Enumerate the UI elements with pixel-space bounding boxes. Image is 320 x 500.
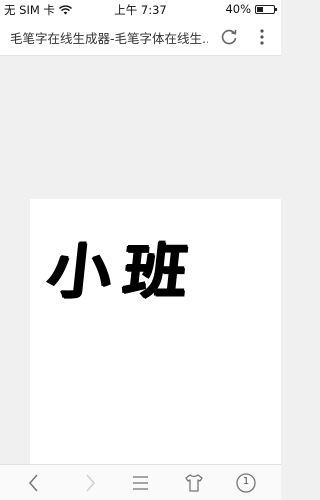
clock: 上午 7:37	[114, 3, 167, 17]
back-icon[interactable]	[22, 471, 46, 495]
shirt-theme-icon[interactable]	[182, 471, 206, 495]
battery-fill	[257, 6, 264, 12]
more-menu-icon[interactable]	[254, 27, 270, 47]
web-content: 小班	[0, 56, 281, 464]
bookmarks-menu-icon[interactable]	[128, 471, 152, 495]
tab-count: 1	[242, 476, 250, 487]
bottom-toolbar: 1	[0, 464, 281, 500]
forward-icon[interactable]	[78, 471, 102, 495]
status-bar: 无 SIM 卡 上午 7:37 40%	[0, 0, 281, 18]
calligraphy-text: 小班	[43, 237, 204, 307]
tabs-button[interactable]: 1	[234, 471, 258, 495]
page-title[interactable]: 毛笔字在线生成器-毛笔字体在线生...	[10, 28, 208, 47]
battery-icon	[255, 4, 277, 14]
battery-percent: 40%	[225, 2, 251, 16]
browser-title-bar: 毛笔字在线生成器-毛笔字体在线生...	[0, 18, 281, 56]
reload-icon[interactable]	[219, 27, 239, 47]
calligraphy-result-card: 小班	[30, 199, 281, 464]
